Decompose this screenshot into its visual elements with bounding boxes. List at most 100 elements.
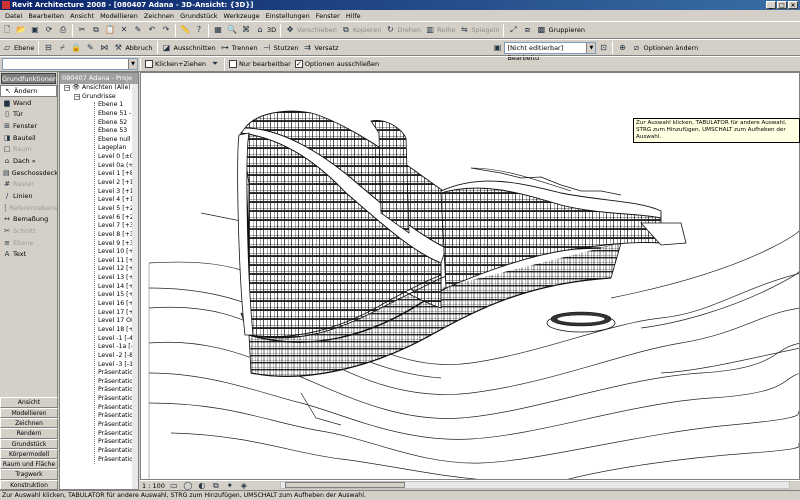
- optionen-aendern-button[interactable]: ⧄ Optionen ändern: [629, 41, 700, 55]
- type-selector[interactable]: ▼: [2, 58, 138, 70]
- resize-button[interactable]: ⤢: [506, 23, 520, 37]
- tree-item[interactable]: Level 10 [+4: [60, 248, 138, 257]
- maximize-button[interactable]: □: [777, 1, 787, 9]
- design-tool-3[interactable]: ⊞ Fenster: [0, 120, 57, 132]
- design-tool-5[interactable]: □ Raum: [0, 143, 57, 155]
- menu-zeichnen[interactable]: Zeichnen: [141, 12, 177, 20]
- tab-modellieren[interactable]: Modellieren: [0, 407, 58, 418]
- menu-werkzeuge[interactable]: Werkzeuge: [221, 12, 263, 20]
- design-tool-9[interactable]: / Linien: [0, 190, 57, 202]
- scroll-thumb[interactable]: [285, 482, 405, 488]
- abbruch-button[interactable]: ⚒ Abbruch: [111, 41, 154, 55]
- nur-bearbeitbar-checkbox[interactable]: Nur bearbeitbar: [227, 57, 293, 71]
- rotate-button[interactable]: ↻ Drehen: [383, 23, 423, 37]
- menu-fenster[interactable]: Fenster: [313, 12, 343, 20]
- tree-item[interactable]: Ebene 53: [60, 127, 138, 136]
- 3d-view-button[interactable]: ⌂ 3D: [253, 23, 278, 37]
- tree-item[interactable]: Präsentation: [60, 369, 138, 378]
- align-button[interactable]: ⊟: [41, 41, 55, 55]
- view-scale[interactable]: 1 : 100: [142, 482, 165, 490]
- tree-item[interactable]: Level 9 [+37: [60, 240, 138, 249]
- menu-modellieren[interactable]: Modellieren: [97, 12, 141, 20]
- tree-item[interactable]: Präsentation: [60, 438, 138, 447]
- match-button[interactable]: ✎: [131, 23, 145, 37]
- zoom-button[interactable]: 🔍: [225, 23, 239, 37]
- tree-item[interactable]: Level 12 [+4: [60, 265, 138, 274]
- tree-item[interactable]: Ebene 52: [60, 119, 138, 128]
- design-tool-2[interactable]: ▯ Tür: [0, 108, 57, 120]
- filter-button[interactable]: ⏷: [208, 57, 222, 71]
- tree-item[interactable]: Level -1 [-4.5: [60, 335, 138, 344]
- model-graphics-icon[interactable]: ◯: [183, 481, 193, 491]
- lock-button[interactable]: 🔒: [69, 41, 83, 55]
- design-options-button[interactable]: ⊡: [596, 41, 610, 55]
- redo-button[interactable]: ↷: [159, 23, 173, 37]
- copy-button[interactable]: ⧉: [89, 23, 103, 37]
- tab-raum-und-flaeche[interactable]: Raum und Fläche: [0, 459, 58, 470]
- design-tool-8[interactable]: # Raster: [0, 179, 57, 191]
- delete-button[interactable]: ✕: [117, 23, 131, 37]
- print-button[interactable]: ⎙: [56, 23, 70, 37]
- optionen-ausschliessen-checkbox[interactable]: ✓ Optionen ausschließen: [293, 57, 381, 71]
- tree-item[interactable]: Level -3 [-11: [60, 361, 138, 370]
- menu-grundstueck[interactable]: Grundstück: [177, 12, 220, 20]
- menu-hilfe[interactable]: Hilfe: [343, 12, 364, 20]
- ausschnitten-button[interactable]: ◪ Ausschnitten: [160, 41, 218, 55]
- paste-button[interactable]: 📋: [103, 23, 117, 37]
- browser-scrollbar[interactable]: [132, 84, 138, 489]
- tree-item[interactable]: Level 8 [+34: [60, 231, 138, 240]
- tree-item[interactable]: Level 17 [+6: [60, 309, 138, 318]
- worksets-button[interactable]: ▣: [490, 41, 504, 55]
- design-tool-0[interactable]: ↖ Ändern: [0, 85, 57, 97]
- ebene-button[interactable]: ▱ Ebene: [0, 41, 36, 55]
- new-button[interactable]: 🗋: [0, 23, 14, 37]
- design-tool-6[interactable]: ⌂ Dach »: [0, 155, 57, 167]
- design-tool-10[interactable]: ┆ Referenzebene: [0, 202, 57, 214]
- collapse-icon[interactable]: −: [64, 85, 70, 92]
- split-button[interactable]: ⌿: [55, 41, 69, 55]
- tree-item[interactable]: Präsentation: [60, 378, 138, 387]
- tab-ansicht[interactable]: Ansicht: [0, 397, 58, 408]
- tab-grundstueck[interactable]: Grundstück: [0, 438, 58, 449]
- tab-koerpermodell[interactable]: Körpermodell: [0, 448, 58, 460]
- tree-item[interactable]: Präsentation: [60, 447, 138, 456]
- tree-item[interactable]: Level 4 [+19: [60, 196, 138, 205]
- hide-isolate-icon[interactable]: ✦: [225, 481, 235, 491]
- group-button[interactable]: ▩ Gruppieren: [534, 23, 587, 37]
- tab-zeichnen[interactable]: Zeichnen: [0, 417, 58, 429]
- detail-level-icon[interactable]: ▭: [169, 481, 179, 491]
- copy-element-button[interactable]: ⧉ Kopieren: [339, 23, 384, 37]
- design-tool-12[interactable]: ✂ Schnitt: [0, 225, 57, 237]
- mirror-button[interactable]: ⇋ Spiegeln: [457, 23, 501, 37]
- minimize-button[interactable]: _: [766, 1, 776, 9]
- shadows-icon[interactable]: ◐: [197, 481, 207, 491]
- array-button[interactable]: ▥ Reihe: [423, 23, 457, 37]
- menu-datei[interactable]: Datei: [2, 12, 25, 20]
- tree-item[interactable]: Ebene null: [60, 136, 138, 145]
- design-tool-4[interactable]: ◨ Bauteil: [0, 132, 57, 144]
- versatz-button[interactable]: ⇉ Versatz: [301, 41, 341, 55]
- design-tool-7[interactable]: ▤ Geschossdecke: [0, 167, 57, 179]
- tree-item[interactable]: Level 15 [+5: [60, 291, 138, 300]
- tree-item[interactable]: Level 18 [+7: [60, 326, 138, 335]
- menu-bearbeiten[interactable]: Bearbeiten: [25, 12, 67, 20]
- open-button[interactable]: 📂: [14, 23, 28, 37]
- tree-item[interactable]: Level 6 [+26: [60, 214, 138, 223]
- tree-item[interactable]: Level 0a (+4: [60, 162, 138, 171]
- tree-item[interactable]: Präsentation: [60, 456, 138, 465]
- tree-item[interactable]: Präsentation: [60, 386, 138, 395]
- tree-item[interactable]: Präsentation: [60, 421, 138, 430]
- design-tool-14[interactable]: A Text: [0, 249, 57, 261]
- tree-item[interactable]: Level 7 [+30: [60, 222, 138, 231]
- trennen-button[interactable]: ⊶ Trennen: [218, 41, 260, 55]
- menu-einstellungen[interactable]: Einstellungen: [263, 12, 313, 20]
- tree-item[interactable]: Ebene 1: [60, 101, 138, 110]
- tree-node-ansichten[interactable]: − 👁 Ansichten (Alle): [60, 84, 138, 93]
- revit-app-icon[interactable]: [2, 1, 10, 9]
- tree-item[interactable]: Lageplan: [60, 144, 138, 153]
- tab-rendern[interactable]: Rendern: [0, 428, 58, 439]
- tree-item[interactable]: Level 17 OK: [60, 317, 138, 326]
- tree-node-grundrisse[interactable]: − Grundrisse: [60, 93, 138, 102]
- tree-item[interactable]: Präsentation: [60, 395, 138, 404]
- tree-item[interactable]: Level 0 [±0.0: [60, 153, 138, 162]
